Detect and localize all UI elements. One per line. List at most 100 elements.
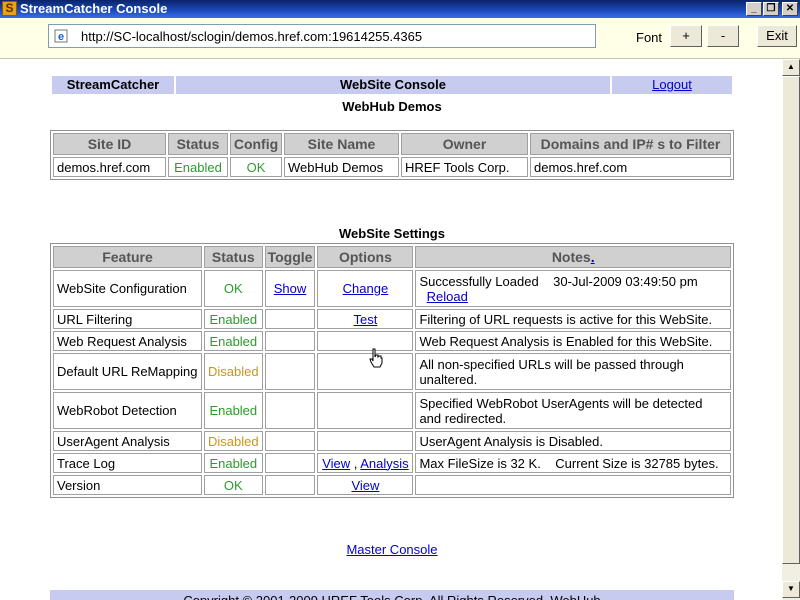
table-row: WebRobot Detection Enabled Specified Web… — [53, 392, 731, 429]
table-row: demos.href.com Enabled OK WebHub Demos H… — [53, 157, 731, 177]
col-feature-status: Status — [204, 246, 263, 268]
table-row: URL Filtering Enabled Test Filtering of … — [53, 309, 731, 329]
feature-label: URL Filtering — [53, 309, 202, 329]
feature-label: UserAgent Analysis — [53, 431, 202, 451]
view-log-link[interactable]: View — [322, 456, 350, 471]
site-table: Site ID Status Config Site Name Owner Do… — [50, 130, 734, 180]
table-row: Default URL ReMapping Disabled All non-s… — [53, 353, 731, 390]
address-toolbar: e http://SC-localhost/sclogin/demos.href… — [0, 18, 800, 59]
toggle-cell — [264, 475, 316, 495]
option-separator: , — [350, 455, 361, 471]
svg-text:e: e — [58, 31, 64, 43]
font-increase-button[interactable]: + — [670, 25, 702, 47]
feature-label: Trace Log — [53, 453, 202, 473]
toggle-cell — [264, 331, 316, 351]
test-link[interactable]: Test — [354, 312, 378, 327]
feature-status: Disabled — [204, 431, 263, 451]
feature-status: OK — [204, 270, 263, 307]
hand-cursor-icon — [369, 348, 383, 368]
col-domains: Domains and IP# s to Filter — [530, 133, 731, 155]
font-decrease-button[interactable]: - — [707, 25, 739, 47]
table-row: WebSite Configuration OK Show Change Suc… — [53, 270, 731, 307]
options-cell: View , Analysis — [317, 453, 414, 473]
notes-header-link[interactable]: . — [591, 249, 595, 265]
logout-link[interactable]: Logout — [652, 77, 692, 92]
scroll-down-icon[interactable]: ▼ — [782, 581, 800, 598]
notes-text: Max FileSize is 32 K. Current Size is 32… — [415, 453, 731, 473]
console-title: WebSite Console — [176, 76, 610, 94]
feature-label: Version — [53, 475, 202, 495]
feature-status: Enabled — [204, 309, 263, 329]
options-cell: View — [317, 475, 414, 495]
font-label: Font — [636, 30, 663, 45]
feature-label: Default URL ReMapping — [53, 353, 202, 390]
toggle-cell — [264, 353, 316, 390]
col-config: Config — [230, 133, 282, 155]
view-version-link[interactable]: View — [351, 478, 379, 493]
toggle-cell: Show — [264, 270, 316, 307]
site-table-header: Site ID Status Config Site Name Owner Do… — [53, 133, 731, 155]
feature-status: Disabled — [204, 353, 263, 390]
table-row: Trace Log Enabled View , Analysis Max Fi… — [53, 453, 731, 473]
table-row: Version OK View — [53, 475, 731, 495]
notes-text — [415, 475, 731, 495]
feature-status: OK — [204, 475, 263, 495]
feature-label: WebSite Configuration — [53, 270, 202, 307]
notes-text: All non-specified URLs will be passed th… — [415, 353, 731, 390]
site-name: WebHub Demos — [284, 157, 399, 177]
feature-status: Enabled — [204, 331, 263, 351]
options-cell — [317, 431, 414, 451]
scroll-thumb[interactable] — [782, 76, 800, 564]
col-notes: Notes. — [415, 246, 731, 268]
notes-header-label: Notes — [551, 249, 591, 265]
col-options: Options — [317, 246, 414, 268]
toggle-cell — [264, 431, 316, 451]
toggle-cell — [264, 309, 316, 329]
close-button[interactable]: ✕ — [782, 2, 798, 16]
minimize-button[interactable]: _ — [746, 2, 762, 16]
site-owner: HREF Tools Corp. — [401, 157, 528, 177]
footer: Copyright © 2001-2009 HREF Tools Corp. A… — [50, 590, 734, 600]
page-icon: e — [54, 29, 68, 43]
site-id: demos.href.com — [53, 157, 166, 177]
master-console-link[interactable]: Master Console — [346, 542, 437, 557]
settings-table: Feature Status Toggle Options Notes. Web… — [50, 243, 734, 498]
window-title: StreamCatcher Console — [20, 1, 168, 16]
site-status: Enabled — [168, 157, 228, 177]
feature-status: Enabled — [204, 392, 263, 429]
feature-status: Enabled — [204, 453, 263, 473]
show-link[interactable]: Show — [274, 281, 307, 296]
site-config: OK — [230, 157, 282, 177]
url-text: http://SC-localhost/sclogin/demos.href.c… — [81, 29, 423, 44]
notes-text: UserAgent Analysis is Disabled. — [415, 431, 731, 451]
col-feature: Feature — [53, 246, 202, 268]
change-link[interactable]: Change — [343, 281, 389, 296]
col-site-name: Site Name — [284, 133, 399, 155]
options-cell — [317, 331, 414, 351]
analysis-link[interactable]: Analysis — [360, 456, 408, 471]
app-icon: S — [2, 1, 17, 16]
table-row: UserAgent Analysis Disabled UserAgent An… — [53, 431, 731, 451]
toggle-cell — [264, 453, 316, 473]
logout-cell: Logout — [612, 76, 732, 94]
table-row: Web Request Analysis Enabled Web Request… — [53, 331, 731, 351]
options-cell — [317, 353, 414, 390]
restore-button[interactable]: ❐ — [763, 2, 779, 16]
col-owner: Owner — [401, 133, 528, 155]
notes-text: Web Request Analysis is Enabled for this… — [415, 331, 731, 351]
vertical-scrollbar[interactable]: ▲ ▼ — [782, 59, 800, 600]
toggle-cell — [264, 392, 316, 429]
scroll-up-icon[interactable]: ▲ — [782, 59, 800, 76]
address-bar[interactable]: e http://SC-localhost/sclogin/demos.href… — [48, 24, 596, 48]
notes-text: Successfully Loaded 30-Jul-2009 03:49:50… — [419, 273, 698, 289]
exit-button[interactable]: Exit — [757, 25, 797, 47]
page-subtitle: WebHub Demos — [342, 99, 442, 114]
feature-label: Web Request Analysis — [53, 331, 202, 351]
col-site-id: Site ID — [53, 133, 166, 155]
title-bar: S StreamCatcher Console _ ❐ ✕ — [0, 0, 800, 18]
col-status: Status — [168, 133, 228, 155]
master-console-cell: Master Console — [52, 542, 732, 557]
options-cell — [317, 392, 414, 429]
reload-link[interactable]: Reload — [427, 289, 468, 304]
settings-title: WebSite Settings — [339, 226, 445, 241]
